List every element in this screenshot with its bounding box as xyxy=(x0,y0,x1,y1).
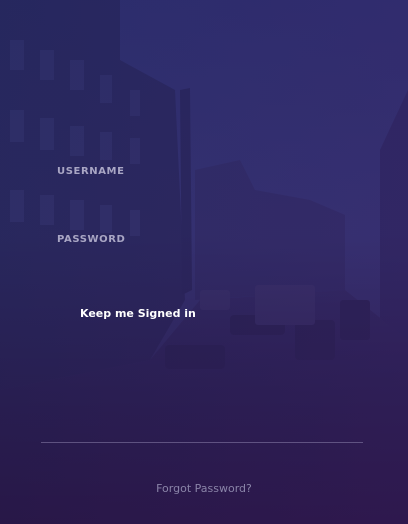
keep-signed-in-toggle[interactable]: Keep me Signed in xyxy=(58,306,196,320)
username-input[interactable] xyxy=(57,180,361,210)
username-label: USERNAME xyxy=(57,166,125,177)
password-label: PASSWORD xyxy=(57,234,126,245)
login-screen: USERNAME PASSWORD Keep me Signed in Forg… xyxy=(0,0,408,524)
divider-line xyxy=(41,442,363,443)
password-input[interactable] xyxy=(57,248,361,278)
keep-signed-in-checkbox[interactable] xyxy=(58,306,72,320)
keep-signed-in-label: Keep me Signed in xyxy=(80,306,196,320)
forgot-password-link[interactable]: Forgot Password? xyxy=(0,482,408,495)
